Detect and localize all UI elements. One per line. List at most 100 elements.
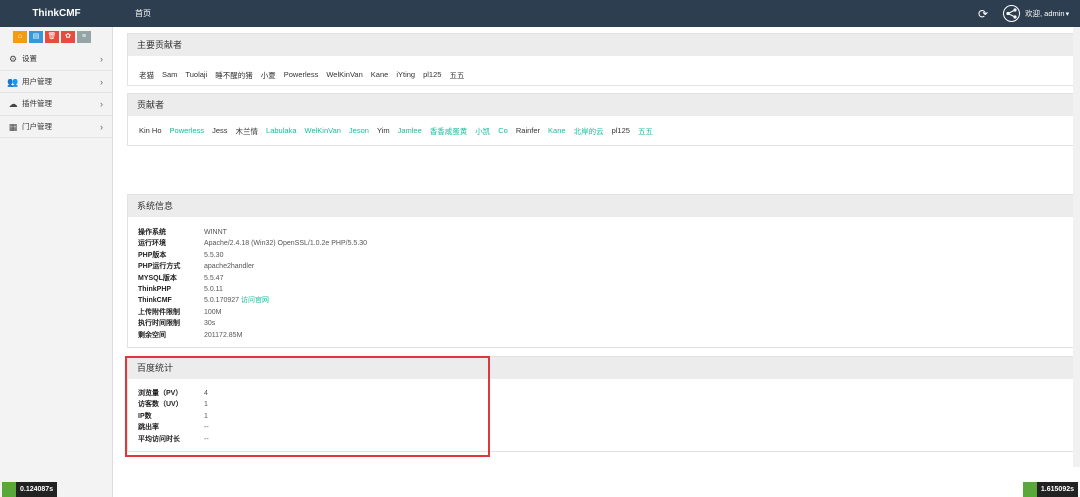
chevron-right-icon: › [100, 99, 103, 109]
cloud-icon: ☁ [8, 99, 18, 109]
contributor-name: Kane [370, 70, 389, 79]
contributor-link[interactable]: 小凯 [475, 126, 490, 137]
sidebar-item-plugins[interactable]: ☁ 插件管理 › [0, 93, 113, 116]
contributor-name: iYting [396, 70, 416, 79]
info-value-text: 201172.85M [204, 331, 243, 339]
info-key: 运行环境 [138, 240, 166, 248]
list-icon[interactable]: ≡ [77, 31, 91, 43]
trash-icon[interactable]: 🗑 [45, 31, 59, 43]
render-timer-left: 0.124087s [2, 482, 58, 497]
contributor-link[interactable]: Co [498, 126, 508, 137]
chevron-right-icon: › [100, 121, 103, 132]
info-key: 剩余空间 [138, 331, 166, 339]
info-value-text: WINNT [204, 229, 227, 236]
scrollbar[interactable] [1073, 27, 1080, 467]
panel-title: 系统信息 [128, 195, 1075, 217]
contributor-name: Sam [162, 70, 178, 79]
contributor-name: 木兰情 [235, 127, 259, 136]
info-row: 上传附件限制 100M [138, 307, 538, 318]
users-icon: 👥 [7, 76, 19, 87]
info-value: 100M [204, 307, 222, 318]
sidebar-item-portal[interactable]: ▦ 门户管理 › [0, 116, 113, 138]
shortcut-bar: ⌂ ▤ 🗑 ✿ ≡ [13, 31, 91, 43]
sidebar-menu: ⚙ 设置 › 👥 用户管理 › ☁ 插件管理 › ▦ 门户管理 › [0, 48, 113, 138]
contributor-name: 小夏 [260, 71, 276, 80]
info-value: 5.0.170927 访问官网 [204, 295, 269, 306]
panel-title: 主要贡献者 [128, 34, 1075, 56]
info-row: 剩余空间 201172.85M [138, 330, 538, 341]
user-menu-label: 欢迎, admin [1025, 9, 1065, 18]
sidebar: ⌂ ▤ 🗑 ✿ ≡ ⚙ 设置 › 👥 用户管理 › ☁ 插件管理 › ▦ 门户管理 › [0, 27, 113, 497]
contributor-name: pl125 [423, 70, 442, 79]
panel-title: 贡献者 [128, 94, 1075, 116]
info-value: apache2handler [204, 261, 254, 272]
brand-logo[interactable]: ThinkCMF [0, 0, 113, 27]
contributor-link[interactable]: Jeson [349, 126, 369, 137]
info-value-text: Apache/2.4.18 (Win32) OpenSSL/1.0.2e PHP… [204, 240, 368, 248]
contributor-name: 睡不醒的猪 [215, 71, 253, 80]
user-menu[interactable]: 欢迎, admin▾ [1025, 0, 1069, 27]
sidebar-item-label: 门户管理 [22, 121, 52, 131]
info-value: 5.5.30 [204, 250, 223, 261]
refresh-icon[interactable]: ⟳ [976, 7, 990, 21]
timer-value: 0.124087s [16, 482, 58, 497]
contributor-name: Yim [376, 126, 390, 135]
info-key: ThinkCMF [138, 297, 172, 305]
contributor-name: pl125 [611, 126, 630, 135]
info-key: 执行时间限制 [138, 320, 180, 328]
info-row: PHP版本 5.5.30 [138, 250, 538, 261]
contributor-link[interactable]: Powerless [170, 126, 205, 137]
chevron-down-icon: ▾ [1065, 11, 1070, 18]
sidebar-item-users[interactable]: 👥 用户管理 › [0, 71, 113, 93]
info-value-text: 30s [204, 320, 216, 328]
info-key: 上传附件限制 [138, 308, 180, 316]
contributor-link[interactable]: Kane [548, 126, 566, 137]
gears-icon: ⚙ [8, 54, 18, 64]
info-key: MYSQL版本 [138, 274, 177, 282]
info-value: Apache/2.4.18 (Win32) OpenSSL/1.0.2e PHP… [204, 238, 367, 249]
chevron-right-icon: › [100, 76, 103, 87]
file-icon[interactable]: ▤ [29, 31, 43, 43]
info-value-text: 100M [204, 308, 222, 316]
info-value-text: apache2handler [204, 263, 255, 271]
info-value-text: 5.5.30 [204, 251, 224, 259]
contributor-name: WelKinVan [326, 70, 363, 79]
highlight-box [125, 356, 490, 457]
info-row: ThinkCMF 5.0.170927 访问官网 [138, 295, 538, 306]
contributor-link[interactable]: 五五 [638, 126, 653, 137]
info-row: ThinkPHP 5.0.11 [138, 284, 538, 295]
info-key: 操作系统 [138, 229, 166, 236]
contributors-list: Kin Ho Powerless Jess 木兰情 Labulaka WelKinVan J… [139, 126, 653, 137]
contributor-link[interactable]: WelKinVan [305, 126, 341, 137]
settings-icon[interactable]: ✿ [61, 31, 75, 43]
contributor-link[interactable]: 香香咸蛋黄 [430, 126, 468, 137]
info-value: WINNT [204, 227, 227, 238]
chevron-right-icon: › [100, 54, 103, 64]
info-row: 操作系统 WINNT [138, 227, 538, 238]
info-value: 5.5.47 [204, 273, 223, 284]
info-row: PHP运行方式 apache2handler [138, 261, 538, 272]
trace-icon[interactable] [2, 482, 16, 497]
contributor-name: Kin Ho [139, 126, 162, 135]
info-key: PHP运行方式 [138, 263, 181, 271]
info-value: 30s [204, 318, 215, 329]
contributor-name: Powerless [283, 70, 319, 79]
official-site-link[interactable]: 访问官网 [241, 297, 269, 304]
avatar[interactable] [1003, 5, 1020, 22]
main-contributors-panel: 主要贡献者 老猫 Sam Tuolaji 睡不醒的猪 小夏 Powerless WelKin… [127, 33, 1076, 86]
sidebar-item-label: 设置 [22, 54, 37, 63]
info-key: ThinkPHP [138, 285, 172, 293]
tab-home[interactable]: 首页 [135, 0, 151, 27]
render-timer-right: 1.615092s [1022, 482, 1078, 497]
contributor-link[interactable]: Labulaka [266, 126, 296, 137]
system-info-list: 操作系统 WINNT 运行环境 Apache/2.4.18 (Win32) OpenS… [138, 227, 538, 341]
contributor-link[interactable]: Jamlee [398, 126, 422, 137]
info-row: MYSQL版本 5.5.47 [138, 273, 538, 284]
trace-icon[interactable] [1022, 482, 1037, 497]
sidebar-item-settings[interactable]: ⚙ 设置 › [0, 48, 113, 71]
info-row: 执行时间限制 30s [138, 318, 538, 329]
info-row: 运行环境 Apache/2.4.18 (Win32) OpenSSL/1.0.2e… [138, 238, 538, 249]
contributor-link[interactable]: 北岸的云 [574, 126, 604, 137]
system-info-panel: 系统信息 操作系统 WINNT 运行环境 Apache/2.4.18 (Win32) … [127, 194, 1076, 348]
home-icon[interactable]: ⌂ [13, 31, 27, 43]
